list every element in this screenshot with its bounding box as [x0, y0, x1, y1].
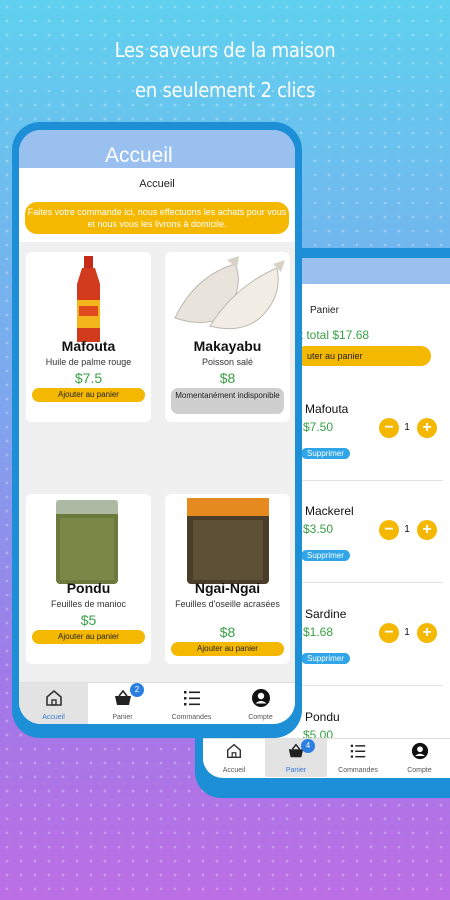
tagline: Les saveurs de la maison en seulement 2 …: [23, 30, 428, 110]
home-bottom-nav: Accueil 2 Panier Commandes Compte: [19, 682, 295, 724]
cart-item-quantity: 1: [404, 627, 410, 638]
product-grid: Mafouta Huile de palme rouge $7.5 Ajoute…: [19, 242, 295, 686]
cart-bottom-nav: Accueil 4 Panier Commandes Compte: [203, 738, 450, 777]
list-icon: [350, 744, 366, 758]
cart-item-quantity: 1: [404, 524, 410, 535]
cart-item-price: $7.50: [303, 420, 334, 434]
product-price: $8: [219, 624, 236, 640]
add-to-cart-button[interactable]: Ajouter au panier: [171, 642, 284, 656]
home-header-title: Accueil: [105, 144, 173, 167]
cart-item-quantity: 1: [404, 422, 410, 433]
increase-quantity-button[interactable]: +: [417, 623, 437, 643]
nav-label: Panier: [285, 767, 307, 774]
tagline-line-1: Les saveurs de la maison: [114, 38, 336, 62]
product-image-red-palm-oil-bottle: [77, 256, 100, 342]
product-name: Makayabu: [193, 338, 262, 354]
add-to-cart-button[interactable]: Ajouter au panier: [32, 388, 145, 402]
nav-item-commandes[interactable]: Commandes: [327, 739, 389, 777]
increase-quantity-button[interactable]: +: [417, 520, 437, 540]
cart-page-title: Panier: [310, 305, 339, 316]
divider: [295, 480, 443, 481]
product-description: Huile de palme rouge: [45, 357, 132, 367]
home-phone-frame: Accueil Accueil Faites votre commande ic…: [12, 122, 302, 738]
delete-button[interactable]: Supprimer: [301, 550, 350, 561]
home-page-title: Accueil: [139, 178, 175, 190]
decrease-quantity-button[interactable]: −: [379, 520, 399, 540]
cart-item-name: Mackerel: [305, 504, 354, 518]
product-price: $7.5: [74, 370, 103, 386]
tagline-line-2: en seulement 2 clics: [135, 78, 315, 102]
nav-label: Compte: [248, 714, 273, 721]
nav-label: Panier: [112, 714, 133, 721]
product-price: $8: [219, 370, 236, 386]
product-description: Feuilles de manioc: [50, 599, 127, 609]
delete-button[interactable]: Supprimer: [301, 653, 350, 664]
info-banner: Faites votre commande ici, nous effectuo…: [25, 202, 289, 234]
nav-item-panier[interactable]: 2 Panier: [88, 683, 157, 724]
delete-button[interactable]: Supprimer: [301, 448, 350, 459]
divider: [295, 685, 443, 686]
product-name: Pondu: [66, 580, 111, 596]
decrease-quantity-button[interactable]: −: [379, 418, 399, 438]
cart-total: nt total $17.68: [293, 328, 370, 342]
nav-item-compte[interactable]: Compte: [226, 683, 295, 724]
cart-item-name: Mafouta: [305, 402, 349, 416]
nav-label: Accueil: [222, 767, 246, 774]
product-description: Feuilles d'oseille acrasées: [175, 599, 280, 609]
product-image-sorrel-leaves-bag: [187, 498, 269, 584]
home-icon: [45, 689, 62, 706]
decrease-quantity-button[interactable]: −: [379, 623, 399, 643]
nav-item-commandes[interactable]: Commandes: [157, 683, 226, 724]
product-card[interactable]: Makayabu Poisson salé $8 Momentanément i…: [165, 252, 290, 422]
product-price: $5: [80, 612, 97, 628]
nav-label: Compte: [407, 767, 432, 774]
product-image-salted-fish: [174, 256, 285, 330]
add-to-cart-button[interactable]: Ajouter au panier: [32, 630, 145, 644]
product-description: Poisson salé: [201, 357, 254, 367]
nav-item-panier[interactable]: 4 Panier: [265, 739, 327, 777]
account-icon: [251, 689, 270, 707]
nav-label: Accueil: [42, 714, 65, 721]
home-screen: Accueil Accueil Faites votre commande ic…: [19, 130, 295, 724]
nav-item-compte[interactable]: Compte: [389, 739, 450, 777]
product-name: Mafouta: [61, 338, 116, 354]
cart-item-name: Pondu: [305, 710, 340, 724]
cart-count-badge: 4: [301, 739, 315, 753]
nav-item-accueil[interactable]: Accueil: [203, 739, 265, 777]
product-image-cassava-leaves-bag: [56, 500, 118, 584]
divider: [295, 582, 443, 583]
unavailable-button[interactable]: Momentanément indisponible: [171, 388, 284, 414]
nav-label: Commandes: [171, 714, 212, 721]
product-card[interactable]: Pondu Feuilles de manioc $5 Ajouter au p…: [26, 494, 151, 664]
cart-count-badge: 2: [130, 683, 144, 697]
cart-order-button[interactable]: uter au panier: [295, 346, 431, 366]
cart-item-price: $3.50: [303, 522, 334, 536]
cart-item-name: Sardine: [305, 607, 347, 621]
nav-item-accueil[interactable]: Accueil: [19, 683, 88, 724]
home-icon: [226, 743, 242, 759]
product-card[interactable]: Mafouta Huile de palme rouge $7.5 Ajoute…: [26, 252, 151, 422]
nav-label: Commandes: [338, 767, 378, 774]
account-icon: [411, 742, 428, 760]
product-name: Ngai-Ngai: [194, 580, 261, 596]
cart-item-price: $1.68: [303, 625, 334, 639]
product-card[interactable]: Ngai-Ngai Feuilles d'oseille acrasées $8…: [165, 494, 290, 664]
increase-quantity-button[interactable]: +: [417, 418, 437, 438]
list-icon: [183, 691, 200, 706]
